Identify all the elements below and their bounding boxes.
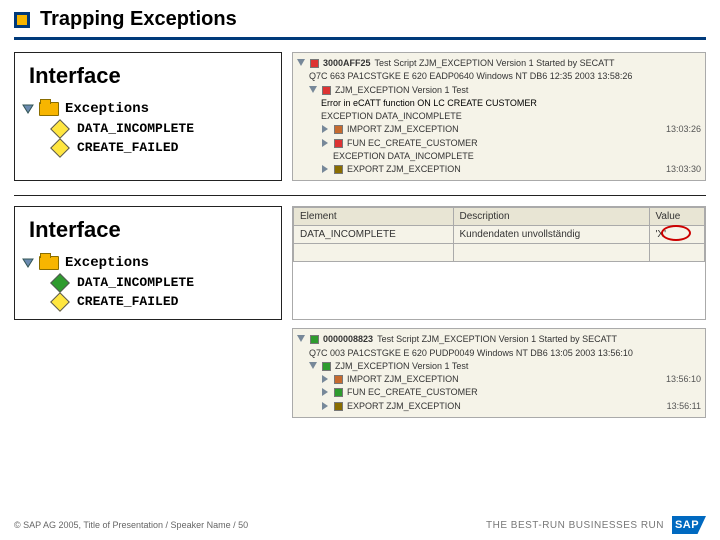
- table-header-row: Element Description Value: [294, 208, 705, 226]
- status-red-icon: [334, 139, 343, 148]
- exception-label: DATA_INCOMPLETE: [77, 275, 194, 290]
- title-rule: [14, 37, 706, 40]
- log-node: ZJM_EXCEPTION Version 1 Test: [335, 361, 468, 372]
- log-fun: FUN EC_CREATE_CUSTOMER: [347, 138, 478, 149]
- folder-icon: [39, 102, 59, 116]
- log-time: 13:03:30: [666, 164, 701, 175]
- folder-icon: [39, 256, 59, 270]
- slide-footer: © SAP AG 2005, Title of Presentation / S…: [14, 516, 706, 534]
- exception-item-2[interactable]: CREATE_FAILED: [15, 292, 281, 319]
- chevron-down-icon: [297, 59, 306, 68]
- title-bullet-icon: [14, 12, 30, 28]
- chevron-right-icon[interactable]: [321, 375, 330, 384]
- diamond-green-icon: [50, 273, 70, 293]
- chevron-down-icon: [297, 335, 306, 344]
- log-export: EXPORT ZJM_EXCEPTION: [347, 164, 461, 175]
- log-exception: EXCEPTION DATA_INCOMPLETE: [297, 150, 701, 163]
- log-header: Test Script ZJM_EXCEPTION Version 1 Star…: [377, 334, 617, 345]
- diamond-yellow-icon: [50, 292, 70, 312]
- log-env: Q7C 003 PA1CSTGKE E 620 PUDP0049 Windows…: [297, 347, 701, 360]
- log-fun: FUN EC_CREATE_CUSTOMER: [347, 387, 478, 398]
- export-icon: [334, 402, 343, 411]
- copyright: © SAP AG 2005, Title of Presentation / S…: [14, 520, 248, 530]
- table-row[interactable]: DATA_INCOMPLETE Kundendaten unvollständi…: [294, 226, 705, 244]
- chevron-down-icon: [21, 103, 35, 115]
- spacer: [14, 328, 282, 418]
- log-header: Test Script ZJM_EXCEPTION Version 1 Star…: [375, 58, 615, 69]
- chevron-down-icon: [309, 362, 318, 371]
- params-table-wrap: Element Description Value DATA_INCOMPLET…: [292, 206, 706, 320]
- export-icon: [334, 165, 343, 174]
- cell-value: 'X': [649, 226, 705, 244]
- cell-description: Kundendaten unvollständig: [453, 226, 649, 244]
- tagline: THE BEST-RUN BUSINESSES RUN: [486, 520, 664, 531]
- log-id: 3000AFF25: [323, 58, 371, 69]
- divider: [14, 195, 706, 196]
- exceptions-root[interactable]: Exceptions: [15, 99, 281, 119]
- log-import: IMPORT ZJM_EXCEPTION: [347, 124, 459, 135]
- chevron-down-icon: [21, 257, 35, 269]
- cell-element: DATA_INCOMPLETE: [294, 226, 454, 244]
- row-middle: Interface Exceptions DATA_INCOMPLETE CRE…: [0, 206, 720, 328]
- chevron-down-icon: [309, 86, 318, 95]
- status-green-icon: [310, 335, 319, 344]
- log-time: 13:03:26: [666, 124, 701, 135]
- exceptions-root[interactable]: Exceptions: [15, 253, 281, 273]
- import-icon: [334, 125, 343, 134]
- panel-heading: Interface: [15, 53, 281, 99]
- chevron-right-icon[interactable]: [321, 402, 330, 411]
- status-red-icon: [310, 59, 319, 68]
- row-bottom: 0000008823 Test Script ZJM_EXCEPTION Ver…: [0, 328, 720, 426]
- status-green-icon: [334, 388, 343, 397]
- table-row: [294, 244, 705, 262]
- log-time: 13:56:11: [667, 401, 701, 412]
- chevron-right-icon[interactable]: [321, 165, 330, 174]
- log-pane-success: 0000008823 Test Script ZJM_EXCEPTION Ver…: [292, 328, 706, 418]
- log-import: IMPORT ZJM_EXCEPTION: [347, 374, 459, 385]
- row-top: Interface Exceptions DATA_INCOMPLETE CRE…: [0, 52, 720, 189]
- col-description: Description: [453, 208, 649, 226]
- log-pane-fail: 3000AFF25 Test Script ZJM_EXCEPTION Vers…: [292, 52, 706, 181]
- status-green-icon: [322, 362, 331, 371]
- status-red-icon: [322, 86, 331, 95]
- exception-label: DATA_INCOMPLETE: [77, 121, 194, 136]
- exception-item-1-handled[interactable]: DATA_INCOMPLETE: [15, 273, 281, 292]
- col-element: Element: [294, 208, 454, 226]
- exception-label: CREATE_FAILED: [77, 140, 178, 155]
- panel-heading: Interface: [15, 207, 281, 253]
- footer-brand: THE BEST-RUN BUSINESSES RUN SAP: [486, 516, 706, 534]
- interface-panel-bottom: Interface Exceptions DATA_INCOMPLETE CRE…: [14, 206, 282, 320]
- sap-logo-icon: SAP: [672, 516, 706, 534]
- chevron-right-icon[interactable]: [321, 139, 330, 148]
- chevron-right-icon[interactable]: [321, 388, 330, 397]
- diamond-yellow-icon: [50, 119, 70, 139]
- log-exception: EXCEPTION DATA_INCOMPLETE: [297, 110, 701, 123]
- log-id: 0000008823: [323, 334, 373, 345]
- exception-label: CREATE_FAILED: [77, 294, 178, 309]
- params-table: Element Description Value DATA_INCOMPLET…: [293, 207, 705, 262]
- chevron-right-icon[interactable]: [321, 125, 330, 134]
- slide-title: Trapping Exceptions: [40, 8, 237, 31]
- log-env: Q7C 663 PA1CSTGKE E 620 EADP0640 Windows…: [297, 70, 701, 83]
- exception-item-1[interactable]: DATA_INCOMPLETE: [15, 119, 281, 138]
- diamond-yellow-icon: [50, 138, 70, 158]
- root-label: Exceptions: [65, 101, 149, 117]
- import-icon: [334, 375, 343, 384]
- root-label: Exceptions: [65, 255, 149, 271]
- exception-item-2[interactable]: CREATE_FAILED: [15, 138, 281, 165]
- slide-title-bar: Trapping Exceptions: [0, 0, 720, 35]
- log-error: Error in eCATT function ON LC CREATE CUS…: [297, 97, 701, 110]
- interface-panel-top: Interface Exceptions DATA_INCOMPLETE CRE…: [14, 52, 282, 181]
- log-time: 13:56:10: [666, 374, 701, 385]
- log-export: EXPORT ZJM_EXCEPTION: [347, 401, 461, 412]
- col-value: Value: [649, 208, 705, 226]
- log-node: ZJM_EXCEPTION Version 1 Test: [335, 85, 468, 96]
